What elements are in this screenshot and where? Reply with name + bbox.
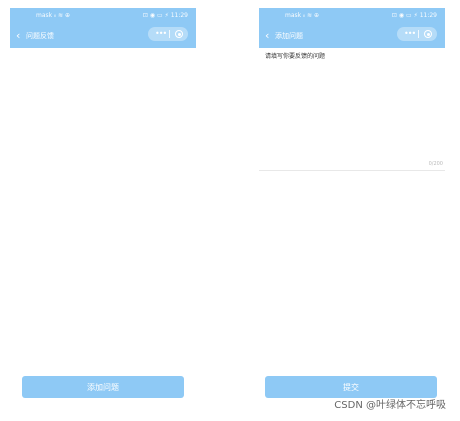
page-title: 添加问题 [275, 32, 303, 40]
status-bar: mask ᵢₗ ≋ ⊕ ⊡ ◉ ▭ ⚡ 11:29 [10, 8, 196, 24]
close-target-icon[interactable] [424, 30, 432, 38]
add-question-button[interactable]: 添加问题 [22, 376, 184, 398]
page-title: 问题反馈 [26, 32, 54, 40]
feedback-screen: mask ᵢₗ ≋ ⊕ ⊡ ◉ ▭ ⚡ 11:29 ‹ 问题反馈 ••• 添加问… [0, 0, 230, 421]
header: mask ᵢₗ ≋ ⊕ ⊡ ◉ ▭ ⚡ 11:29 ‹ 问题反馈 ••• [10, 8, 196, 48]
status-left: mask ᵢₗ ≋ ⊕ [285, 12, 319, 19]
mini-program-capsule[interactable]: ••• [397, 27, 437, 41]
close-target-icon[interactable] [175, 30, 183, 38]
char-counter: 0/200 [428, 161, 443, 167]
add-question-screen: mask ᵢₗ ≋ ⊕ ⊡ ◉ ▭ ⚡ 11:29 ‹ 添加问题 ••• 请填写… [230, 0, 460, 421]
more-icon[interactable]: ••• [404, 27, 416, 41]
mini-program-capsule[interactable]: ••• [148, 27, 188, 41]
capsule-divider [169, 30, 170, 38]
nav-bar: ‹ 问题反馈 ••• [10, 26, 196, 46]
capsule-divider [418, 30, 419, 38]
header: mask ᵢₗ ≋ ⊕ ⊡ ◉ ▭ ⚡ 11:29 ‹ 添加问题 ••• [259, 8, 445, 48]
status-right: ⊡ ◉ ▭ ⚡ 11:29 [142, 12, 188, 19]
status-bar: mask ᵢₗ ≋ ⊕ ⊡ ◉ ▭ ⚡ 11:29 [259, 8, 445, 24]
question-placeholder: 请填写你要反馈的问题 [265, 53, 326, 60]
status-left: mask ᵢₗ ≋ ⊕ [36, 12, 70, 19]
nav-bar: ‹ 添加问题 ••• [259, 26, 445, 46]
status-right: ⊡ ◉ ▭ ⚡ 11:29 [391, 12, 437, 19]
question-textarea[interactable]: 请填写你要反馈的问题 0/200 [259, 48, 445, 171]
more-icon[interactable]: ••• [155, 27, 167, 41]
watermark: CSDN @叶绿体不忘呼吸 [334, 400, 446, 411]
submit-button[interactable]: 提交 [265, 376, 437, 398]
